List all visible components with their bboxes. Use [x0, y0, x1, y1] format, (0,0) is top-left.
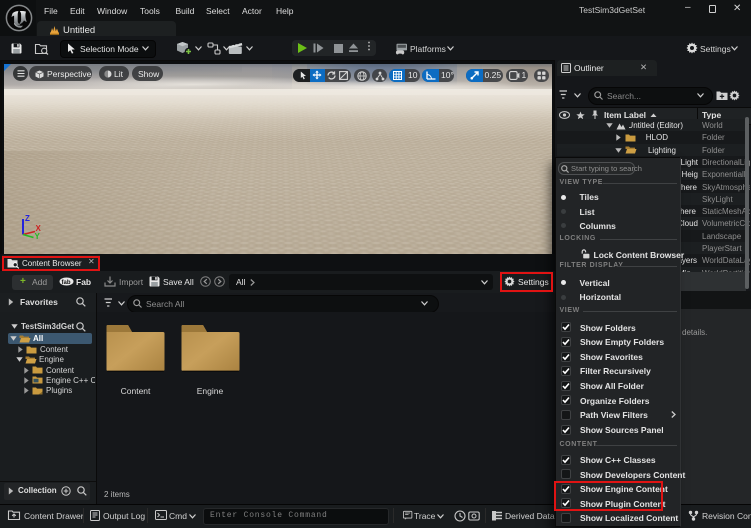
svg-text:Y: Y: [35, 232, 41, 241]
svg-text:Z: Z: [25, 214, 30, 223]
svg-text:fab: fab: [62, 280, 71, 286]
